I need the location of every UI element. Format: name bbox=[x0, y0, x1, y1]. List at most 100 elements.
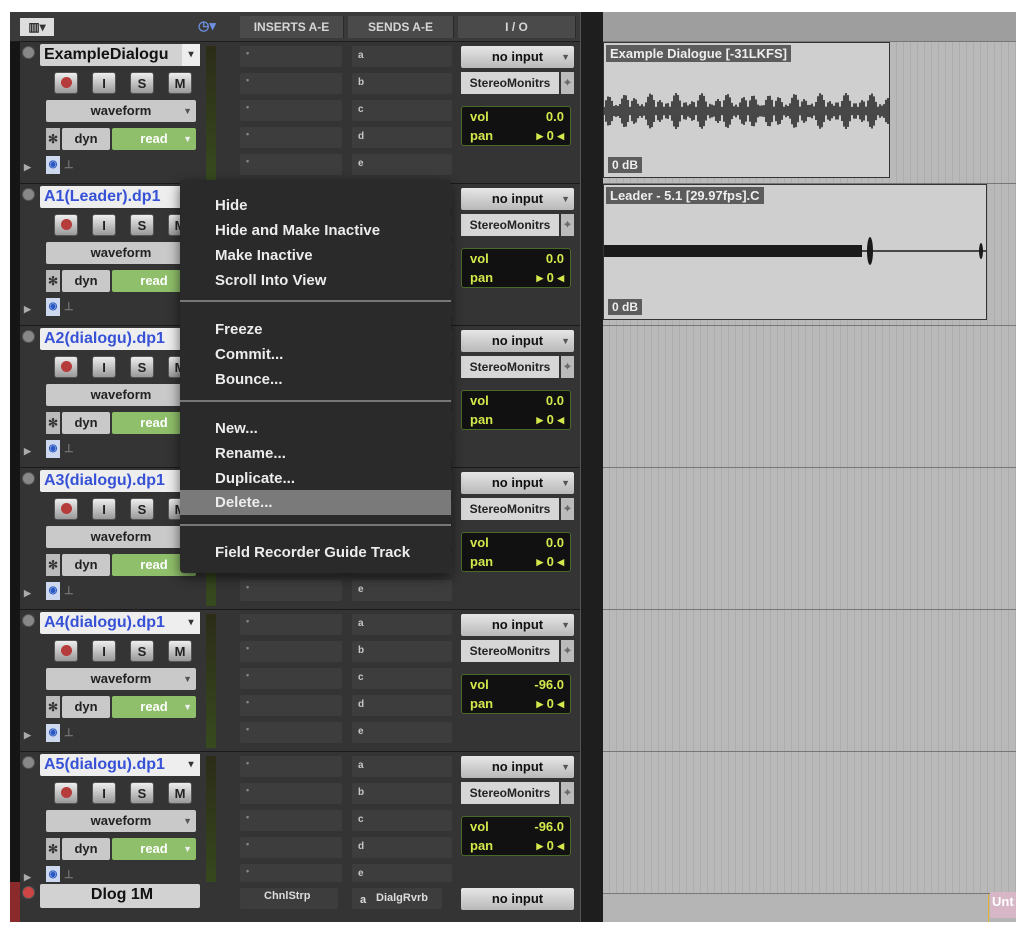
dyn-button[interactable]: dyn bbox=[62, 270, 110, 292]
mute-button[interactable]: M bbox=[168, 72, 192, 94]
collapse-icon[interactable] bbox=[22, 886, 35, 899]
view-selector[interactable]: waveform▼ bbox=[46, 526, 196, 548]
input-selector[interactable]: no input ▼ bbox=[461, 188, 574, 210]
view-selector[interactable]: waveform▼ bbox=[46, 668, 196, 690]
send-slot[interactable]: a bbox=[352, 614, 452, 635]
output-link-icon[interactable]: ⌖ bbox=[561, 782, 574, 804]
output-selector[interactable]: StereoMonitrs bbox=[461, 214, 559, 236]
menu-item-make-inactive[interactable]: Make Inactive bbox=[180, 243, 451, 268]
output-link-icon[interactable]: ⌖ bbox=[561, 640, 574, 662]
collapse-icon[interactable] bbox=[22, 330, 35, 343]
track-name[interactable]: A2(dialogu).dp1 bbox=[40, 328, 200, 350]
input-selector[interactable]: no input ▼ bbox=[461, 614, 574, 636]
output-selector[interactable]: StereoMonitrs bbox=[461, 498, 559, 520]
dyn-button[interactable]: dyn bbox=[62, 554, 110, 576]
insert-slot[interactable]: • bbox=[240, 73, 342, 94]
insert-slot[interactable]: • bbox=[240, 837, 342, 858]
send-slot[interactable]: a bbox=[352, 756, 452, 777]
menu-item-delete[interactable]: Delete... bbox=[180, 490, 451, 515]
insert-slot[interactable]: ChnlStrp bbox=[240, 888, 338, 909]
input-button[interactable]: I bbox=[92, 72, 116, 94]
view-selector[interactable]: waveform▼ bbox=[46, 810, 196, 832]
pan-control[interactable]: ▸ 0 ◂ bbox=[536, 554, 564, 570]
vol-value[interactable]: -96.0 bbox=[534, 819, 564, 834]
input-button[interactable]: I bbox=[92, 498, 116, 520]
insert-slot[interactable]: • bbox=[240, 614, 342, 635]
insert-slot[interactable]: • bbox=[240, 100, 342, 121]
record-button[interactable] bbox=[54, 214, 78, 236]
automation-icon[interactable]: ✻ bbox=[46, 128, 60, 150]
output-link-icon[interactable]: ⌖ bbox=[561, 498, 574, 520]
dyn-button[interactable]: dyn bbox=[62, 838, 110, 860]
automation-mode[interactable]: read ▼ bbox=[112, 696, 196, 718]
collapse-icon[interactable] bbox=[22, 756, 35, 769]
pan-control[interactable]: ▸ 0 ◂ bbox=[536, 696, 564, 712]
expand-icon[interactable]: ▶ bbox=[24, 588, 31, 599]
send-slot[interactable]: e bbox=[352, 154, 452, 175]
solo-button[interactable]: S bbox=[130, 356, 154, 378]
vol-value[interactable]: 0.0 bbox=[546, 109, 564, 124]
chevron-down-icon[interactable]: ▾ bbox=[182, 44, 200, 66]
insert-slot[interactable]: • bbox=[240, 46, 342, 67]
input-selector[interactable]: no input ▼ bbox=[461, 472, 574, 494]
automation-mode[interactable]: read ▼ bbox=[112, 128, 196, 150]
track-name[interactable]: A1(Leader).dp1 bbox=[40, 186, 200, 208]
send-slot[interactable]: a bbox=[352, 46, 452, 67]
insert-slot[interactable]: • bbox=[240, 127, 342, 148]
input-selector[interactable]: no input ▼ bbox=[461, 46, 574, 68]
send-slot[interactable]: d bbox=[352, 127, 452, 148]
insert-slot[interactable]: • bbox=[240, 810, 342, 831]
send-slot[interactable]: b bbox=[352, 73, 452, 94]
automation-icon[interactable]: ✻ bbox=[46, 554, 60, 576]
expand-icon[interactable]: ▶ bbox=[24, 730, 31, 741]
menu-item-commit[interactable]: Commit... bbox=[180, 342, 451, 367]
record-button[interactable] bbox=[54, 782, 78, 804]
menu-item-bounce[interactable]: Bounce... bbox=[180, 367, 451, 392]
input-button[interactable]: I bbox=[92, 356, 116, 378]
input-button[interactable]: I bbox=[92, 214, 116, 236]
solo-button[interactable]: S bbox=[130, 72, 154, 94]
output-selector[interactable]: StereoMonitrs bbox=[461, 782, 559, 804]
automation-mode[interactable]: read ▼ bbox=[112, 838, 196, 860]
insert-slot[interactable]: • bbox=[240, 695, 342, 716]
pan-control[interactable]: ▸ 0 ◂ bbox=[536, 128, 564, 144]
pan-control[interactable]: ▸ 0 ◂ bbox=[536, 412, 564, 428]
chevron-down-icon[interactable]: ▾ bbox=[182, 612, 200, 634]
send-slot[interactable]: d bbox=[352, 695, 452, 716]
menu-item-freeze[interactable]: Freeze bbox=[180, 317, 451, 342]
collapse-icon[interactable] bbox=[22, 614, 35, 627]
send-slot[interactable]: c bbox=[352, 668, 452, 689]
view-selector[interactable]: waveform▼ bbox=[46, 100, 196, 122]
menu-item-scroll-into-view[interactable]: Scroll Into View bbox=[180, 268, 451, 293]
insert-slot[interactable]: • bbox=[240, 668, 342, 689]
solo-button[interactable]: S bbox=[130, 214, 154, 236]
output-selector[interactable]: StereoMonitrs bbox=[461, 72, 559, 94]
automation-icon[interactable]: ✻ bbox=[46, 696, 60, 718]
expand-icon[interactable]: ▶ bbox=[24, 162, 31, 173]
menu-item-hide-make-inactive[interactable]: Hide and Make Inactive bbox=[180, 218, 451, 243]
column-view-menu[interactable]: ▥▾ bbox=[20, 18, 54, 36]
input-button[interactable]: I bbox=[92, 640, 116, 662]
vol-value[interactable]: 0.0 bbox=[546, 393, 564, 408]
mute-button[interactable]: M bbox=[168, 782, 192, 804]
input-selector[interactable]: no input ▼ bbox=[461, 330, 574, 352]
track-name[interactable]: A5(dialogu).dp1 bbox=[40, 754, 200, 776]
input-selector[interactable]: no input ▼ bbox=[461, 756, 574, 778]
expand-icon[interactable]: ▶ bbox=[24, 446, 31, 457]
insert-slot[interactable]: • bbox=[240, 154, 342, 175]
insert-slot[interactable]: • bbox=[240, 756, 342, 777]
chevron-down-icon[interactable]: ▾ bbox=[182, 754, 200, 776]
record-button[interactable] bbox=[54, 640, 78, 662]
voice-icon[interactable]: ◉ bbox=[46, 582, 60, 600]
send-slot[interactable]: d bbox=[352, 837, 452, 858]
output-selector[interactable]: StereoMonitrs bbox=[461, 640, 559, 662]
expand-icon[interactable]: ▶ bbox=[24, 304, 31, 315]
audio-clip[interactable]: Leader - 5.1 [29.97fps].C 0 dB bbox=[603, 184, 987, 320]
menu-item-hide[interactable]: Hide bbox=[180, 193, 451, 218]
vol-value[interactable]: -96.0 bbox=[534, 677, 564, 692]
insert-slot[interactable]: • bbox=[240, 641, 342, 662]
output-link-icon[interactable]: ⌖ bbox=[561, 72, 574, 94]
dyn-button[interactable]: dyn bbox=[62, 128, 110, 150]
view-selector[interactable]: waveform▼ bbox=[46, 242, 196, 264]
automation-icon[interactable]: ✻ bbox=[46, 270, 60, 292]
